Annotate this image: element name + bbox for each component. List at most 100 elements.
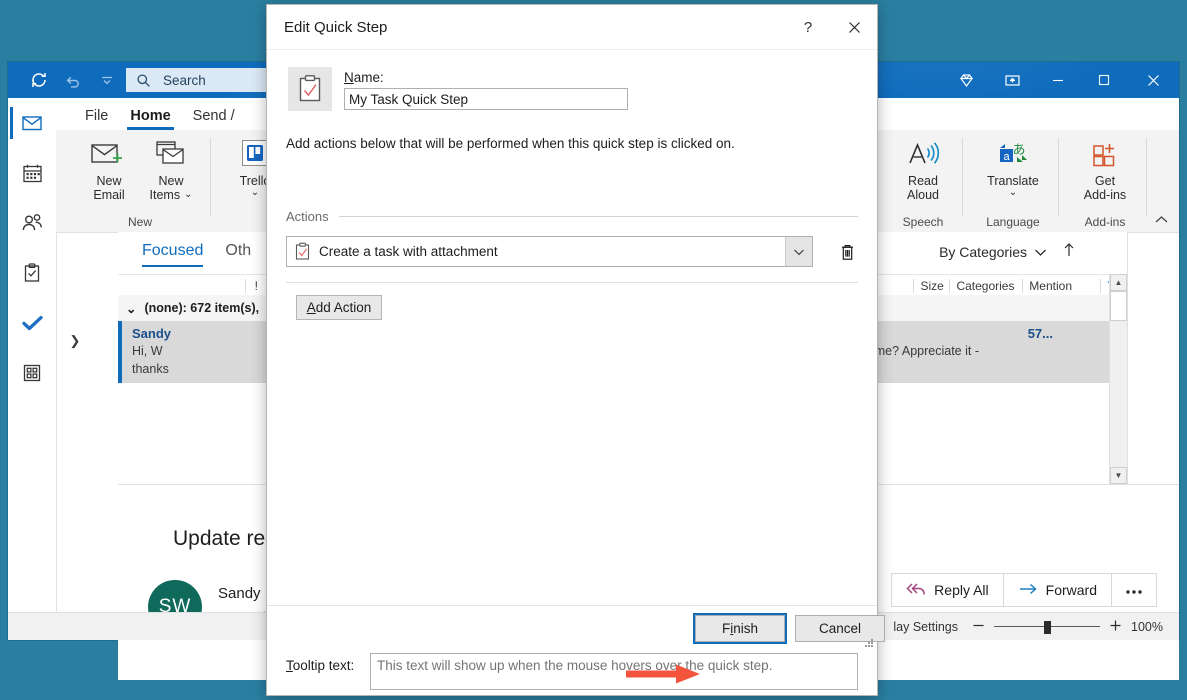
column-importance[interactable]: !: [246, 279, 267, 293]
reply-all-label: Reply All: [934, 582, 988, 598]
new-email-label-1: New: [96, 174, 121, 188]
translate-button[interactable]: a あ Translate ⌄: [970, 134, 1056, 198]
add-action-rest: dd Action: [316, 300, 372, 315]
ribbon-group-label-new: New: [128, 212, 152, 232]
get-addins-button[interactable]: Get Add-ins: [1074, 134, 1136, 202]
actions-section-header: Actions: [286, 209, 858, 224]
collapse-ribbon-chevron-up-icon[interactable]: [1154, 213, 1169, 228]
scrollbar-thumb[interactable]: [1110, 291, 1127, 321]
scroll-down-arrow-icon[interactable]: ▼: [1110, 467, 1127, 484]
zoom-slider-thumb[interactable]: [1044, 621, 1051, 634]
maximize-icon[interactable]: [1081, 62, 1127, 98]
zoom-slider[interactable]: [994, 621, 1100, 633]
ribbon-group-speech: Read Aloud Speech: [884, 130, 962, 232]
dialog-body: Name: My Task Quick Step Add actions bel…: [267, 49, 877, 652]
display-settings-label[interactable]: lay Settings: [893, 620, 958, 634]
tab-send-receive[interactable]: Send /: [182, 108, 246, 130]
finish-button[interactable]: Finish: [695, 615, 785, 642]
reply-all-icon: [906, 581, 926, 600]
forward-label: Forward: [1046, 582, 1097, 598]
message-preview-left: Hi, W: [132, 343, 163, 359]
resize-grip[interactable]: [864, 639, 874, 649]
read-aloud-label-2: Aloud: [907, 188, 939, 202]
add-action-button[interactable]: Add Action: [296, 295, 382, 320]
more-actions-icon: [1124, 582, 1144, 598]
name-label-rest: ame:: [354, 70, 384, 85]
expand-folder-pane-chevron-right-icon[interactable]: ❯: [60, 324, 90, 358]
read-aloud-button[interactable]: Read Aloud: [892, 134, 954, 202]
plus-icon[interactable]: [1109, 619, 1122, 635]
tab-file[interactable]: File: [74, 108, 119, 130]
close-icon[interactable]: [1127, 62, 1179, 98]
name-label: Name:: [344, 70, 384, 85]
dialog-description: Add actions below that will be performed…: [286, 136, 735, 151]
arrow-up-icon[interactable]: [1063, 242, 1075, 261]
get-addins-label-1: Get: [1095, 174, 1115, 188]
diamond-icon[interactable]: [943, 62, 989, 98]
dialog-title: Edit Quick Step: [284, 19, 387, 36]
tab-other[interactable]: Oth: [225, 242, 251, 263]
trash-icon[interactable]: [834, 239, 860, 265]
chevron-down-icon: ⌄: [251, 188, 259, 198]
dialog-footer: Finish Cancel: [267, 605, 877, 652]
new-items-icon: [152, 134, 190, 174]
sidebar-item-tasks[interactable]: [8, 248, 56, 298]
new-items-button[interactable]: New Items ⌄: [140, 134, 202, 202]
sync-icon[interactable]: [22, 65, 56, 95]
tab-focused[interactable]: Focused: [142, 242, 203, 263]
name-input[interactable]: My Task Quick Step: [344, 88, 628, 110]
undo-icon[interactable]: [56, 65, 90, 95]
minus-icon[interactable]: [972, 619, 985, 635]
action-row: Create a task with attachment: [286, 236, 858, 267]
minimize-icon[interactable]: [1035, 62, 1081, 98]
read-aloud-icon: [903, 134, 943, 174]
column-size[interactable]: Size: [914, 279, 950, 293]
help-question-mark-icon[interactable]: ?: [785, 5, 831, 49]
forward-button[interactable]: Forward: [1003, 573, 1112, 607]
finish-post: nish: [733, 621, 758, 636]
action-combobox[interactable]: Create a task with attachment: [286, 236, 813, 267]
new-items-label-1: New: [158, 174, 183, 188]
message-sender: Sandy: [132, 326, 171, 341]
list-scrollbar[interactable]: ▲ ▼: [1109, 274, 1127, 484]
screen: Search: [0, 0, 1187, 700]
chevron-down-icon[interactable]: [785, 237, 812, 266]
ribbon-group-label-language: Language: [986, 212, 1039, 232]
ribbon-display-icon[interactable]: [989, 62, 1035, 98]
forward-arrow-icon: [1018, 581, 1038, 600]
ribbon-group-label-addins: Add-ins: [1085, 212, 1126, 232]
close-icon[interactable]: [831, 5, 877, 49]
reply-actions: Reply All Forward: [892, 573, 1157, 607]
column-mention[interactable]: Mention: [1023, 279, 1100, 293]
dialog-title-buttons: ?: [785, 5, 877, 49]
edit-quick-step-dialog: Edit Quick Step ? Name: My Task Quick St…: [266, 4, 878, 696]
more-actions-button[interactable]: [1111, 573, 1157, 607]
focused-other-tabs: Focused Oth: [118, 232, 273, 272]
sidebar-item-people[interactable]: [8, 198, 56, 248]
tooltip-label-accel: T: [286, 658, 293, 673]
tooltip-text-label: Tooltip text:: [286, 658, 354, 673]
cancel-button[interactable]: Cancel: [795, 615, 885, 642]
get-addins-label-2: Add-ins: [1084, 188, 1126, 202]
actions-section-label: Actions: [286, 209, 339, 224]
search-placeholder: Search: [163, 73, 206, 88]
reply-all-button[interactable]: Reply All: [891, 573, 1003, 607]
sidebar-item-calendar[interactable]: [8, 148, 56, 198]
chevron-down-icon: ⌄: [184, 190, 192, 200]
scroll-up-arrow-icon[interactable]: ▲: [1110, 274, 1127, 291]
svg-text:a: a: [1003, 151, 1010, 163]
tab-home[interactable]: Home: [119, 108, 181, 130]
sidebar-item-mail[interactable]: [8, 98, 56, 148]
action-label: Create a task with attachment: [319, 244, 498, 259]
sidebar-item-to-do[interactable]: [8, 298, 56, 348]
customize-qat-chevron-down-icon[interactable]: [90, 65, 124, 95]
new-email-button[interactable]: New Email: [78, 134, 140, 202]
translate-icon: a あ: [993, 134, 1033, 174]
column-categories[interactable]: Categories: [950, 279, 1023, 293]
sort-control[interactable]: By Categories: [939, 242, 1075, 261]
zoom-control: 100%: [972, 619, 1163, 635]
sidebar-item-more-apps[interactable]: [8, 348, 56, 398]
divider: [339, 216, 858, 217]
finish-pre: F: [722, 621, 730, 636]
tooltip-text-input[interactable]: This text will show up when the mouse ho…: [370, 653, 858, 690]
